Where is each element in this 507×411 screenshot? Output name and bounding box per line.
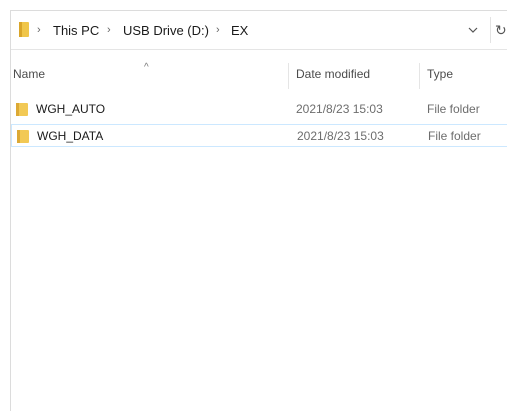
file-date-modified: 2021/8/23 15:03 (296, 102, 383, 116)
breadcrumb-separator: › (107, 24, 111, 36)
column-header-name[interactable]: Name (13, 67, 45, 81)
file-row-wgh-data[interactable]: WGH_DATA 2021/8/23 15:03 File folder (11, 124, 507, 147)
column-header-date-modified[interactable]: Date modified (296, 67, 370, 81)
column-header-type[interactable]: Type (427, 67, 453, 81)
refresh-icon[interactable]: ↻ (495, 22, 507, 39)
folder-icon (17, 130, 29, 143)
file-name: WGH_AUTO (36, 102, 106, 116)
breadcrumb-separator: › (216, 24, 220, 36)
column-divider[interactable] (288, 63, 289, 89)
address-divider (490, 17, 491, 43)
breadcrumb-usb-drive[interactable]: USB Drive (D:) (123, 23, 209, 38)
column-headers: ^ Name Date modified Type (11, 59, 507, 91)
column-divider[interactable] (419, 63, 420, 89)
folder-icon (19, 22, 29, 37)
file-type: File folder (428, 129, 481, 143)
file-type: File folder (427, 102, 480, 116)
breadcrumb-this-pc[interactable]: This PC (53, 23, 99, 38)
file-row-wgh-auto[interactable]: WGH_AUTO 2021/8/23 15:03 File folder (11, 98, 507, 121)
chevron-down-icon[interactable] (468, 25, 478, 35)
folder-icon (16, 103, 28, 116)
breadcrumb-ex[interactable]: EX (231, 23, 248, 38)
address-bar[interactable]: › This PC › USB Drive (D:) › EX ↻ (11, 11, 507, 50)
breadcrumb-separator: › (37, 24, 41, 36)
sort-up-icon[interactable]: ^ (144, 62, 149, 73)
file-explorer-window: › This PC › USB Drive (D:) › EX ↻ ^ Name… (10, 10, 507, 411)
file-date-modified: 2021/8/23 15:03 (297, 129, 384, 143)
file-name: WGH_DATA (37, 129, 104, 143)
